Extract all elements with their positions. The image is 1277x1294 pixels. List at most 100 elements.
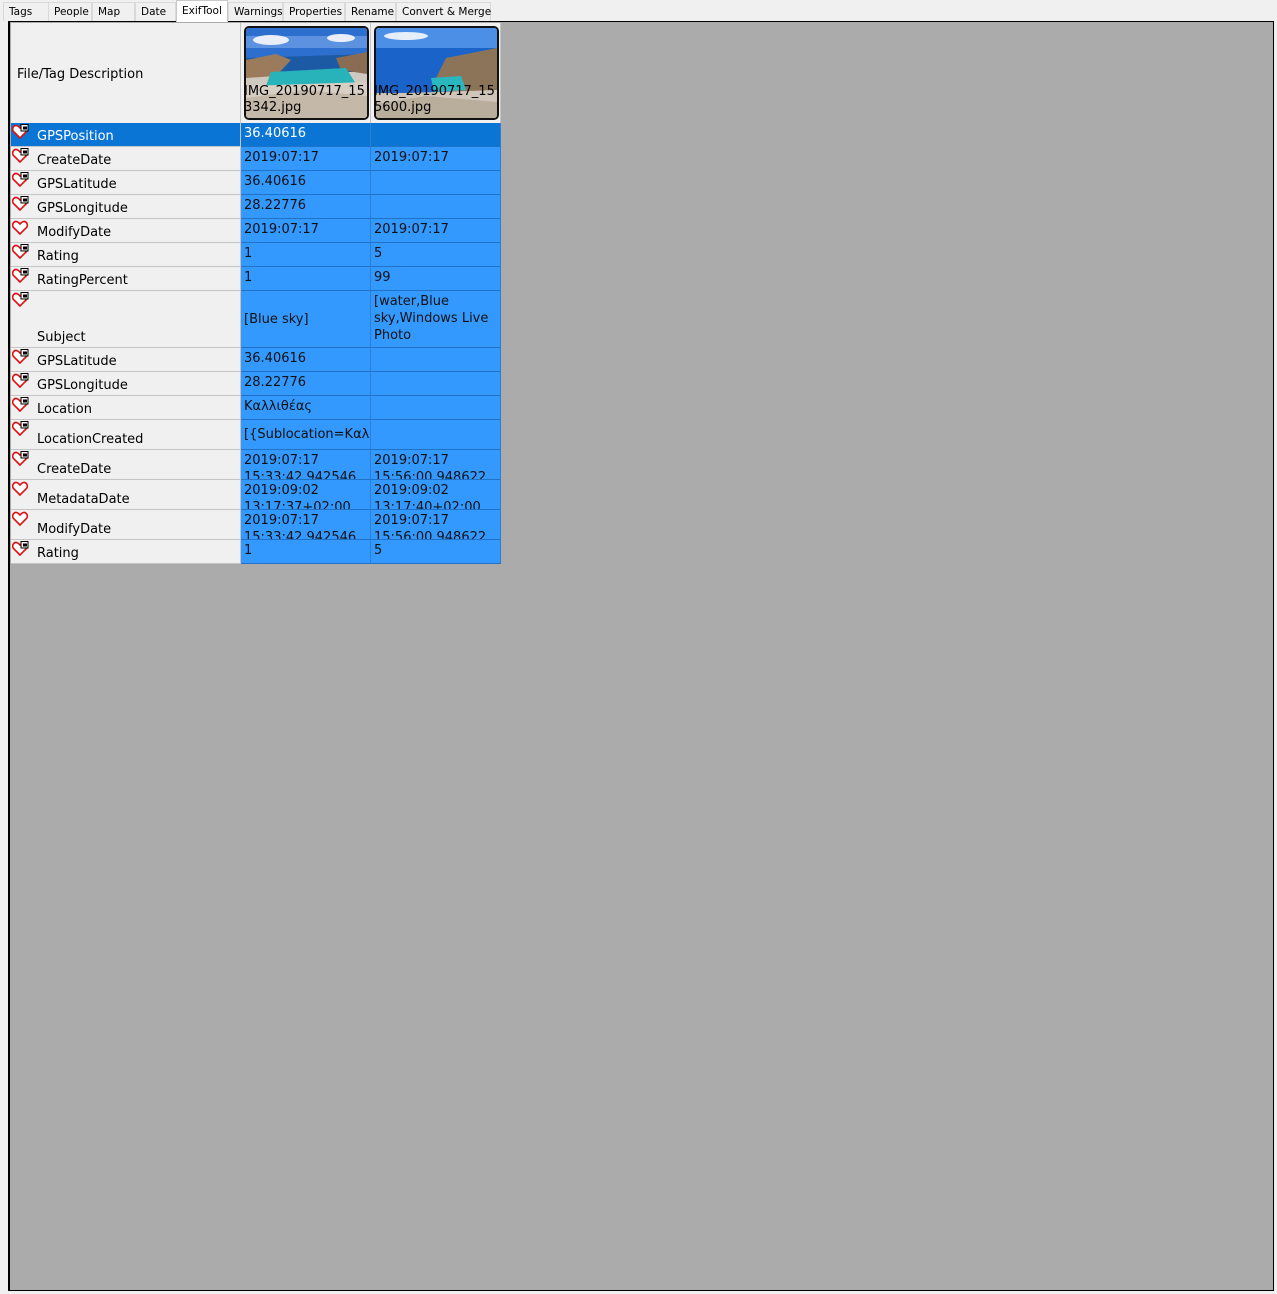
heart-flag-icon (11, 268, 29, 284)
tag-row-label-gpsposition[interactable]: GPSPosition (11, 123, 241, 147)
tab-people[interactable]: People (48, 2, 92, 21)
tag-row-label-createdate[interactable]: CreateDate (11, 450, 241, 480)
value-cell[interactable]: 2019:07:17 15:33:42.942546 (241, 450, 371, 480)
value-text: 2019:07:17 15:56:00.948622 (374, 453, 487, 480)
value-text: 2019:07:17 (244, 150, 319, 165)
tag-row-label-ratingpercent[interactable]: RatingPercent (11, 267, 241, 291)
tag-row-label-gpslatitude[interactable]: GPSLatitude (11, 171, 241, 195)
value-text: 2019:07:17 (374, 150, 449, 165)
tag-row-label-modifydate[interactable]: ModifyDate (11, 219, 241, 243)
value-text: 36.40616 (244, 126, 307, 141)
tag-row-label-rating[interactable]: Rating (11, 540, 241, 564)
tag-name: RatingPercent (37, 273, 128, 288)
value-cell[interactable]: 2019:07:17 (241, 147, 371, 171)
value-cell[interactable]: 2019:07:17 (241, 219, 371, 243)
tag-row-label-location[interactable]: Location (11, 396, 241, 420)
value-cell[interactable]: Καλλιθέας (241, 396, 371, 420)
value-text: 1 (244, 270, 253, 285)
heart-flag-icon (11, 541, 29, 557)
value-cell[interactable]: [water,Blue sky,Windows Live Photo (371, 291, 501, 348)
value-cell[interactable] (371, 171, 501, 195)
value-cell[interactable]: [Blue sky] (241, 291, 371, 348)
value-cell[interactable]: 36.40616 (241, 171, 371, 195)
value-cell[interactable]: 28.22776 (241, 372, 371, 396)
value-cell[interactable]: 5 (371, 243, 501, 267)
value-cell[interactable]: 2019:09:02 13:17:40+02:00 (371, 480, 501, 510)
tag-row-label-gpslatitude[interactable]: GPSLatitude (11, 348, 241, 372)
value-cell[interactable] (371, 372, 501, 396)
value-text: 28.22776 (244, 198, 307, 213)
tag-name: GPSLatitude (37, 177, 117, 192)
value-text: 36.40616 (244, 351, 307, 366)
value-text: 2019:07:17 (244, 222, 319, 237)
heart-icon (11, 481, 29, 497)
tag-name: GPSLongitude (37, 378, 128, 393)
value-text: 99 (374, 270, 391, 285)
heart-flag-icon (11, 196, 29, 212)
value-text: 2019:09:02 13:17:37+02:00 (244, 483, 351, 510)
tag-row-label-subject[interactable]: Subject (11, 291, 241, 348)
value-cell[interactable]: 1 (241, 267, 371, 291)
tab-rename[interactable]: Rename (345, 2, 396, 21)
value-cell[interactable]: 2019:07:17 15:56:00.948622 (371, 450, 501, 480)
tag-row-label-createdate[interactable]: CreateDate (11, 147, 241, 171)
value-text: 2019:07:17 15:33:42.942546 (244, 453, 357, 480)
tag-name: Location (37, 402, 92, 417)
value-text: 5 (374, 543, 383, 558)
tag-row-label-locationcreated[interactable]: LocationCreated (11, 420, 241, 450)
tag-name: CreateDate (37, 462, 112, 477)
value-cell[interactable]: [{Sublocation=Καλλι (241, 420, 371, 450)
value-cell[interactable]: 36.40616 (241, 348, 371, 372)
value-cell[interactable]: 2019:07:17 15:56:00.948622 (371, 510, 501, 540)
value-text: 5 (374, 246, 383, 261)
tab-bar: Tags People Map Date ExifTool Warnings Propert… (0, 0, 1277, 22)
heart-flag-icon (11, 244, 29, 260)
tag-row-label-metadatadate[interactable]: MetadataDate (11, 480, 241, 510)
tag-name: Subject (37, 330, 86, 345)
file-header-2[interactable]: IMG_20190717_155600.jpg (371, 23, 501, 123)
heart-flag-icon (11, 172, 29, 188)
value-cell[interactable]: 2019:07:17 (371, 219, 501, 243)
tag-row-label-rating[interactable]: Rating (11, 243, 241, 267)
tab-properties[interactable]: Properties (283, 2, 345, 21)
value-cell[interactable] (371, 123, 501, 147)
tab-convert-merge[interactable]: Convert & Merge (396, 2, 491, 21)
tag-name: GPSLatitude (37, 354, 117, 369)
value-text: Καλλιθέας (244, 399, 313, 414)
value-cell[interactable]: 1 (241, 540, 371, 564)
value-text: [water,Blue sky,Windows Live Photo (374, 294, 493, 343)
value-cell[interactable]: 28.22776 (241, 195, 371, 219)
heart-flag-icon (11, 421, 29, 437)
tab-warnings[interactable]: Warnings (228, 2, 283, 21)
tag-row-label-modifydate[interactable]: ModifyDate (11, 510, 241, 540)
heart-flag-icon (11, 349, 29, 365)
value-text: 1 (244, 246, 253, 261)
value-cell[interactable]: 5 (371, 540, 501, 564)
value-cell[interactable]: 2019:07:17 15:33:42.942546 (241, 510, 371, 540)
tab-tags[interactable]: Tags (3, 2, 49, 21)
tag-name: ModifyDate (37, 225, 112, 240)
value-cell[interactable] (371, 420, 501, 450)
tab-date[interactable]: Date (135, 2, 176, 21)
tag-row-label-gpslongitude[interactable]: GPSLongitude (11, 372, 241, 396)
heart-icon (11, 511, 29, 527)
file-name-label: IMG_20190717_153342.jpg (244, 84, 365, 115)
value-cell[interactable]: 36.40616 (241, 123, 371, 147)
value-cell[interactable]: 1 (241, 243, 371, 267)
value-cell[interactable]: 2019:09:02 13:17:37+02:00 (241, 480, 371, 510)
tag-row-label-gpslongitude[interactable]: GPSLongitude (11, 195, 241, 219)
file-name-label: IMG_20190717_155600.jpg (374, 84, 495, 115)
header-description-label: File/Tag Description (17, 67, 144, 82)
value-cell[interactable] (371, 195, 501, 219)
file-header-1[interactable]: IMG_20190717_153342.jpg (241, 23, 371, 123)
tab-exiftool[interactable]: ExifTool (176, 0, 228, 22)
value-cell[interactable] (371, 348, 501, 372)
tab-map[interactable]: Map (92, 2, 135, 21)
grid-header-description: File/Tag Description (11, 23, 241, 123)
value-cell[interactable]: 2019:07:17 (371, 147, 501, 171)
value-cell[interactable] (371, 396, 501, 420)
tag-name: GPSLongitude (37, 201, 128, 216)
value-text: 28.22776 (244, 375, 307, 390)
value-text: 36.40616 (244, 174, 307, 189)
value-cell[interactable]: 99 (371, 267, 501, 291)
